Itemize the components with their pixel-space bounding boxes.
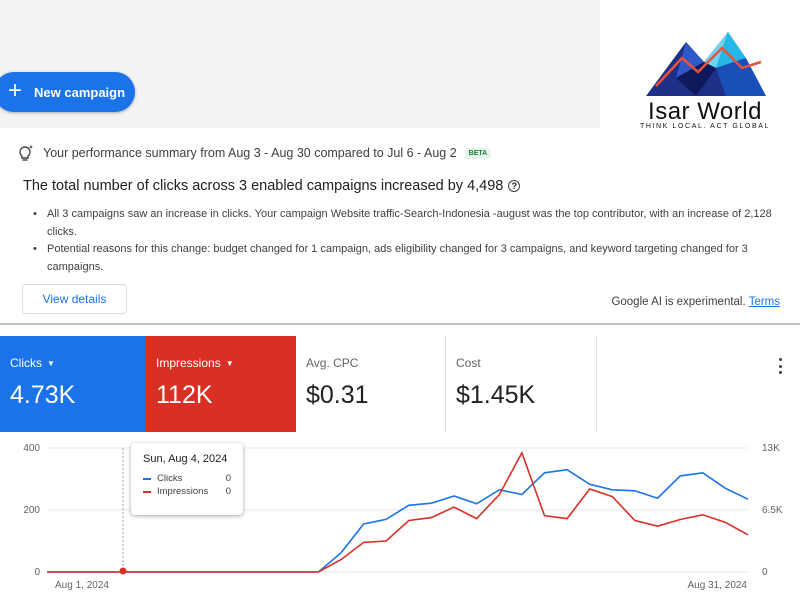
- metric-card-avg-cpc[interactable]: Avg. CPC $0.31: [296, 336, 446, 432]
- ai-note: Google AI is experimental. Terms: [611, 296, 780, 308]
- new-campaign-button[interactable]: + New campaign: [0, 72, 135, 112]
- y-tick-left: 0: [34, 567, 40, 578]
- y-tick-right: 6.5K: [762, 505, 783, 516]
- terms-link[interactable]: Terms: [749, 296, 780, 308]
- x-tick-start: Aug 1, 2024: [55, 580, 109, 591]
- metrics-row: Clicks ▼ 4.73K Impressions ▼ 112K Avg. CPC…: [0, 336, 800, 432]
- tooltip-series-name: Impressions: [157, 486, 209, 497]
- divider: [0, 323, 800, 325]
- headline-text: The total number of clicks across 3 enab…: [23, 178, 504, 194]
- y-tick-left: 200: [23, 505, 40, 516]
- metric-label-row: Impressions ▼: [156, 356, 286, 370]
- metric-label: Impressions: [156, 356, 221, 370]
- isar-world-logo: Isar World THINK LOCAL. ACT GLOBAL: [620, 28, 790, 132]
- logo-name: Isar World: [648, 98, 762, 125]
- tooltip-row: Impressions 0: [143, 485, 231, 498]
- legend-swatch: [143, 477, 151, 480]
- metric-card-clicks[interactable]: Clicks ▼ 4.73K: [0, 336, 146, 432]
- summary-bullets: All 3 campaigns saw an increase in click…: [33, 206, 795, 276]
- y-tick-left: 400: [23, 443, 40, 454]
- new-campaign-label: New campaign: [34, 84, 126, 100]
- metric-label: Avg. CPC: [306, 356, 359, 370]
- metric-label: Cost: [456, 356, 481, 370]
- summary-title: Your performance summary from Aug 3 - Au…: [43, 146, 457, 160]
- metric-value: 112K: [156, 381, 213, 409]
- lightbulb-icon: [19, 145, 33, 161]
- legend-swatch: [143, 490, 151, 493]
- y-tick-right: 0: [762, 567, 768, 578]
- metric-card-impressions[interactable]: Impressions ▼ 112K: [146, 336, 296, 432]
- tooltip-row: Clicks 0: [143, 472, 231, 485]
- performance-summary: Your performance summary from Aug 3 - Au…: [0, 140, 800, 323]
- metric-label-row: Clicks ▼: [10, 356, 136, 370]
- summary-bullet: Potential reasons for this change: budge…: [33, 241, 795, 276]
- tooltip-series-name: Clicks: [157, 473, 183, 484]
- performance-chart: 400 13K 200 6.5K 0 0 Aug 1, 2024 Aug 31, 2024: [0, 438, 800, 600]
- summary-bullet: All 3 campaigns saw an increase in click…: [33, 206, 795, 241]
- help-icon[interactable]: ?: [508, 180, 521, 192]
- y-tick-right: 13K: [762, 443, 780, 454]
- ai-note-text: Google AI is experimental.: [611, 296, 746, 308]
- metric-label: Clicks: [10, 356, 42, 370]
- plus-icon: +: [8, 77, 23, 104]
- chart-tooltip: Sun, Aug 4, 2024 Clicks 0 Impressions 0: [131, 443, 243, 515]
- view-details-button[interactable]: View details: [22, 284, 127, 314]
- metric-value: $1.45K: [456, 381, 536, 409]
- caret-down-icon: ▼: [225, 358, 234, 368]
- beta-badge: BETA: [464, 147, 492, 159]
- metric-value: $0.31: [306, 381, 369, 409]
- mountain-logo-icon: [646, 32, 766, 96]
- tooltip-series-value: 0: [225, 486, 231, 497]
- caret-down-icon: ▼: [47, 358, 55, 368]
- hover-point: [119, 567, 127, 575]
- x-tick-end: Aug 31, 2024: [688, 580, 748, 591]
- summary-headline: The total number of clicks across 3 enab…: [23, 178, 521, 194]
- tooltip-series-value: 0: [225, 473, 231, 484]
- summary-header: Your performance summary from Aug 3 - Au…: [17, 144, 492, 162]
- more-options-icon[interactable]: [776, 358, 784, 374]
- metric-value: 4.73K: [10, 381, 76, 409]
- line-chart: 400 13K 200 6.5K 0 0 Aug 1, 2024 Aug 31, 2024: [23, 443, 783, 591]
- tooltip-date: Sun, Aug 4, 2024: [143, 453, 228, 465]
- logo-tagline: THINK LOCAL. ACT GLOBAL: [639, 123, 771, 130]
- metric-card-cost[interactable]: Cost $1.45K: [446, 336, 597, 432]
